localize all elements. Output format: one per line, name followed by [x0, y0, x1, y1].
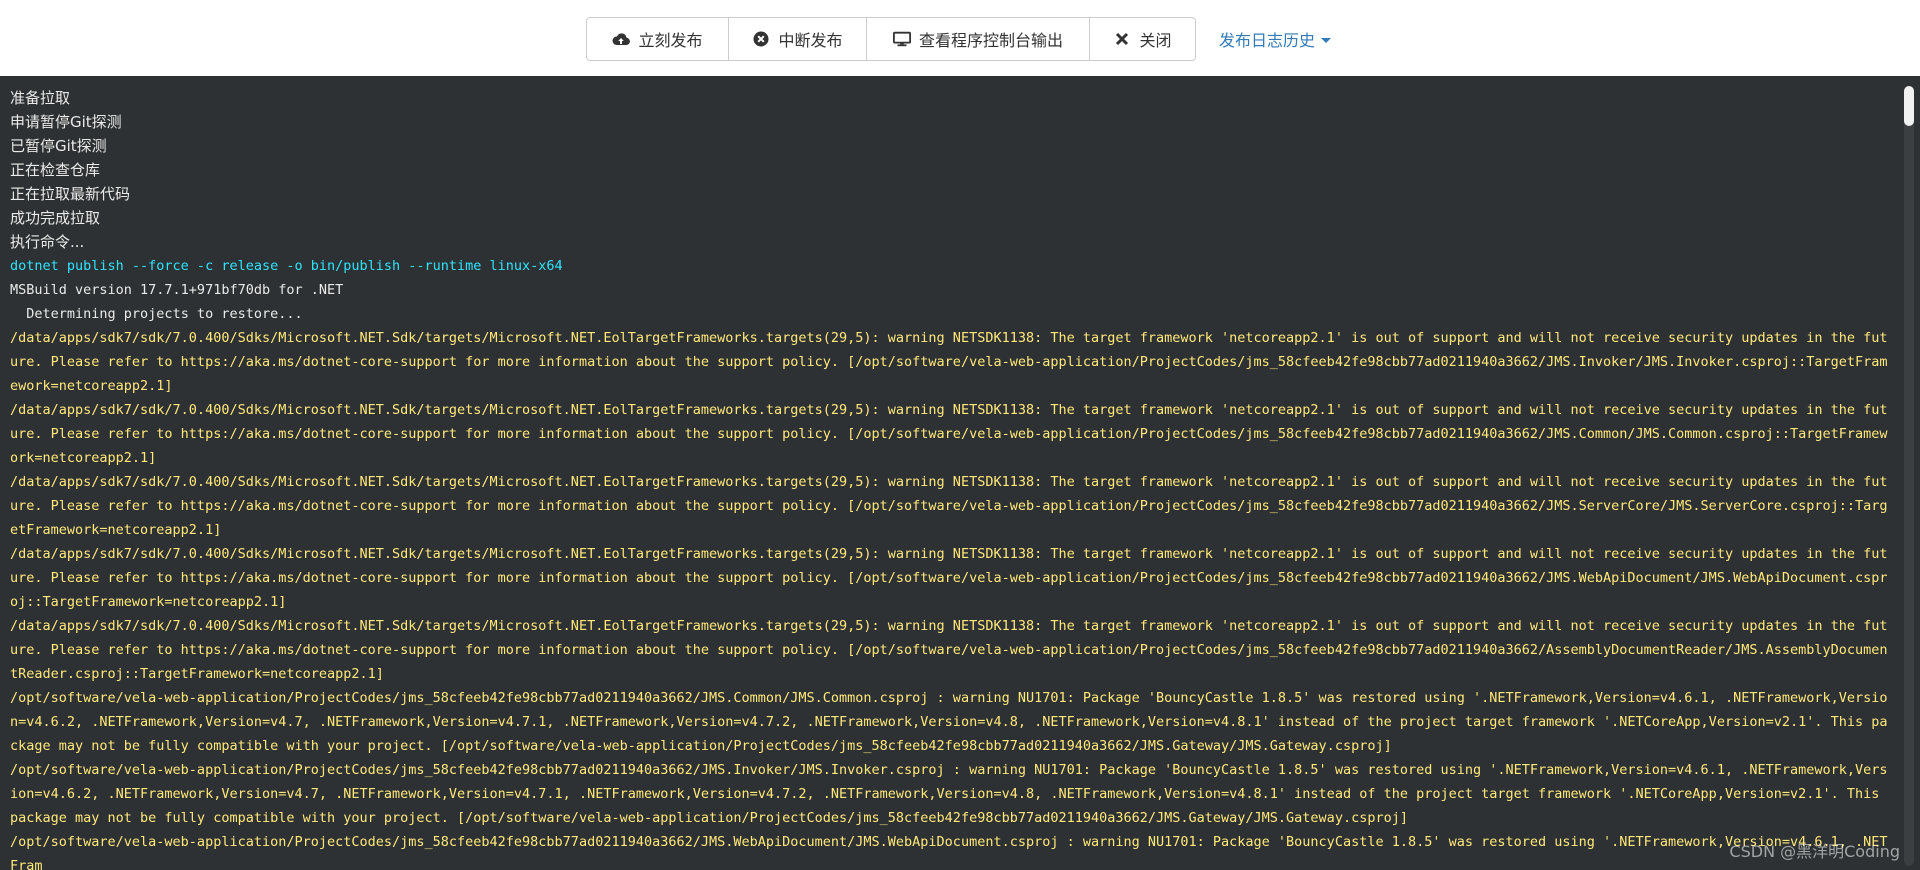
console-line: 申请暂停Git探测: [10, 113, 122, 131]
console-line: 准备拉取: [10, 89, 71, 107]
toolbar: 立刻发布 中断发布 查看程序控制台输出 关闭 发布日志历史: [0, 0, 1920, 76]
console-log-lines: 准备拉取申请暂停Git探测 已暂停Git探测 正在检查仓库正在拉取最新代码 成功完成拉…: [10, 86, 1892, 870]
view-console-output-button[interactable]: 查看程序控制台输出: [867, 18, 1090, 60]
console-line: dotnet publish --force -c release -o bin…: [10, 258, 563, 274]
caret-down-icon: [1321, 37, 1332, 43]
console-line: /opt/software/vela-web-application/Proje…: [10, 834, 1888, 870]
console-scrollbar[interactable]: [1904, 86, 1914, 866]
console-line: /data/apps/sdk7/sdk/7.0.400/Sdks/Microso…: [10, 474, 1888, 538]
action-button-group: 立刻发布 中断发布 查看程序控制台输出 关闭: [586, 17, 1196, 61]
console-line: 正在拉取最新代码: [10, 185, 131, 203]
console-output-panel[interactable]: 准备拉取申请暂停Git探测 已暂停Git探测 正在检查仓库正在拉取最新代码 成功完成拉…: [0, 76, 1920, 870]
publish-now-label: 立刻发布: [638, 31, 703, 50]
times-circle-icon: [752, 30, 770, 48]
console-line: MSBuild version 17.7.1+971bf70db for .NE…: [10, 282, 344, 298]
cloud-upload-icon: [612, 30, 631, 48]
view-console-output-label: 查看程序控制台输出: [918, 31, 1063, 50]
monitor-icon: [892, 30, 911, 48]
close-label: 关闭: [1139, 31, 1172, 50]
publish-log-history-label: 发布日志历史: [1219, 31, 1316, 50]
console-line: /data/apps/sdk7/sdk/7.0.400/Sdks/Microso…: [10, 330, 1888, 394]
console-scrollbar-thumb[interactable]: [1904, 86, 1914, 126]
console-line: 已暂停Git探测: [10, 137, 107, 155]
publish-log-history-dropdown[interactable]: 发布日志历史: [1219, 27, 1332, 51]
watermark: CSDN @黑洋明Coding: [1729, 842, 1900, 861]
close-icon: [1113, 30, 1131, 48]
console-line: 正在检查仓库: [10, 161, 101, 179]
console-line: 成功完成拉取: [10, 209, 101, 227]
close-button[interactable]: 关闭: [1090, 18, 1195, 60]
console-line: 执行命令...: [10, 233, 85, 251]
abort-publish-label: 中断发布: [778, 31, 843, 50]
console-line: /opt/software/vela-web-application/Proje…: [10, 762, 1888, 826]
abort-publish-button[interactable]: 中断发布: [729, 18, 867, 60]
console-line: /data/apps/sdk7/sdk/7.0.400/Sdks/Microso…: [10, 618, 1888, 682]
console-line: /data/apps/sdk7/sdk/7.0.400/Sdks/Microso…: [10, 546, 1888, 610]
console-line: /opt/software/vela-web-application/Proje…: [10, 690, 1888, 754]
console-line: /data/apps/sdk7/sdk/7.0.400/Sdks/Microso…: [10, 402, 1888, 466]
console-line: Determining projects to restore...: [10, 306, 303, 322]
publish-now-button[interactable]: 立刻发布: [587, 18, 729, 60]
